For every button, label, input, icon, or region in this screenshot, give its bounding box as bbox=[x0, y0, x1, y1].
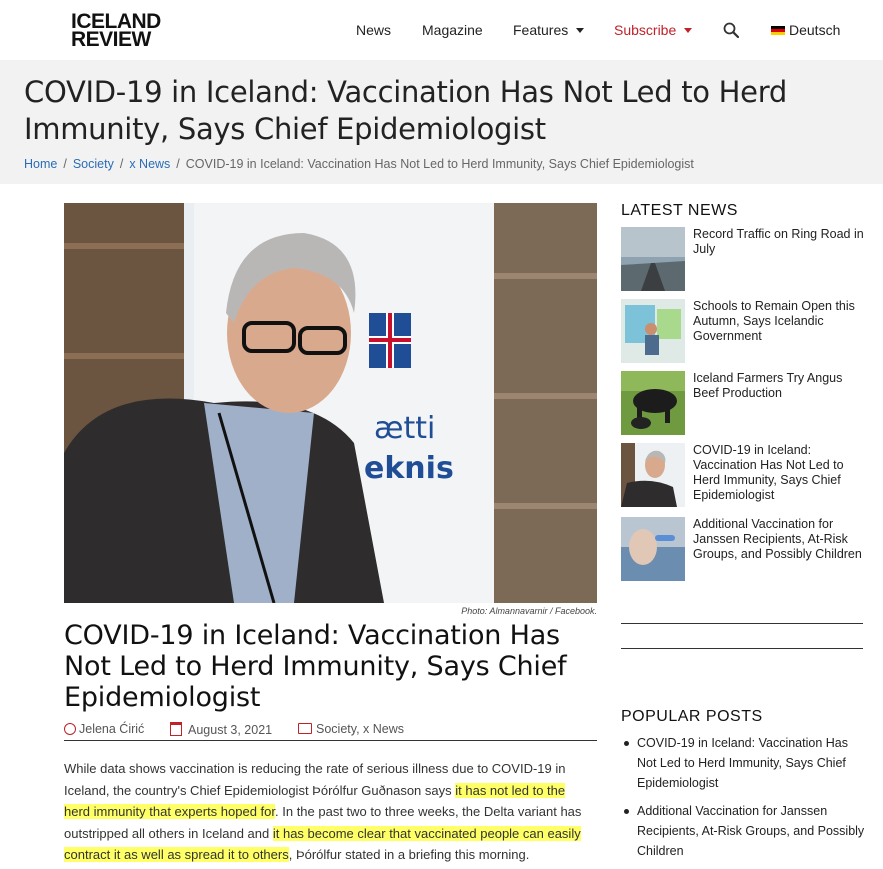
nav-features-label: Features bbox=[513, 22, 569, 38]
breadcrumb-separator: / bbox=[119, 157, 124, 171]
page-title-band: COVID-19 in Iceland: Vaccination Has Not… bbox=[0, 60, 883, 184]
news-thumbnail bbox=[621, 299, 685, 363]
breadcrumb-society[interactable]: Society bbox=[73, 157, 114, 171]
nav-subscribe-label: Subscribe bbox=[614, 22, 677, 38]
categories[interactable]: Society, x News bbox=[298, 722, 404, 736]
site-header: ICELAND REVIEW News Magazine Features Su… bbox=[0, 0, 883, 60]
popular-post-item[interactable]: Additional Vaccination for Janssen Recip… bbox=[621, 801, 866, 861]
breadcrumb-separator: / bbox=[63, 157, 67, 171]
categories-text: Society, x News bbox=[316, 722, 404, 736]
latest-news-item[interactable]: Record Traffic on Ring Road in July bbox=[621, 227, 866, 291]
article-paragraph: While data shows vaccination is reducing… bbox=[64, 758, 594, 866]
search-icon[interactable] bbox=[723, 22, 739, 38]
sidebar-divider bbox=[621, 648, 863, 649]
latest-news-heading: LATEST NEWS bbox=[621, 202, 738, 219]
breadcrumb-home[interactable]: Home bbox=[24, 157, 57, 171]
article-title: COVID-19 in Iceland: Vaccination Has Not… bbox=[64, 620, 567, 713]
news-thumbnail bbox=[621, 371, 685, 435]
nav-magazine[interactable]: Magazine bbox=[422, 22, 483, 38]
date-text: August 3, 2021 bbox=[188, 723, 273, 737]
sidebar-divider bbox=[621, 623, 863, 624]
news-title: Additional Vaccination for Janssen Recip… bbox=[693, 517, 862, 561]
nav-features[interactable]: Features bbox=[513, 22, 585, 38]
calendar-icon bbox=[170, 722, 182, 736]
latest-news-item[interactable]: Iceland Farmers Try Angus Beef Productio… bbox=[621, 371, 866, 435]
photo-credit: Photo: Almannavarnir / Facebook. bbox=[461, 606, 597, 616]
chevron-down-icon bbox=[576, 28, 585, 33]
paragraph-text: , Þórólfur stated in a briefing this mor… bbox=[288, 847, 530, 862]
svg-text:eknis: eknis bbox=[364, 451, 454, 486]
news-title: COVID-19 in Iceland: Vaccination Has Not… bbox=[693, 443, 844, 502]
news-title: Iceland Farmers Try Angus Beef Productio… bbox=[693, 371, 843, 400]
chevron-down-icon bbox=[684, 28, 693, 33]
nav-subscribe[interactable]: Subscribe bbox=[614, 22, 693, 38]
publish-date: August 3, 2021 bbox=[170, 722, 272, 737]
german-flag-icon bbox=[771, 26, 785, 35]
page-title: COVID-19 in Iceland: Vaccination Has Not… bbox=[24, 75, 787, 146]
news-thumbnail bbox=[621, 443, 685, 507]
breadcrumb-current: COVID-19 in Iceland: Vaccination Has Not… bbox=[185, 157, 694, 171]
latest-news-item[interactable]: Schools to Remain Open this Autumn, Says… bbox=[621, 299, 866, 363]
popular-posts-heading: POPULAR POSTS bbox=[621, 708, 763, 725]
nav-news[interactable]: News bbox=[356, 22, 391, 38]
author[interactable]: Jelena Ćirić bbox=[64, 722, 144, 736]
latest-news-item[interactable]: COVID-19 in Iceland: Vaccination Has Not… bbox=[621, 443, 866, 507]
breadcrumb-news[interactable]: x News bbox=[129, 157, 170, 171]
news-title: Schools to Remain Open this Autumn, Says… bbox=[693, 299, 855, 343]
language-label: Deutsch bbox=[789, 22, 841, 38]
breadcrumb: Home / Society / x News / COVID-19 in Iceland:… bbox=[24, 157, 694, 171]
user-icon bbox=[64, 723, 76, 735]
hero-image: ætti eknis bbox=[64, 203, 597, 603]
hero-photo-illustration: ætti eknis bbox=[64, 203, 597, 603]
news-thumbnail bbox=[621, 517, 685, 581]
site-logo[interactable]: ICELAND REVIEW bbox=[71, 11, 161, 51]
article-meta: Jelena Ćirić August 3, 2021 Society, x N… bbox=[64, 722, 597, 741]
latest-news-item[interactable]: Additional Vaccination for Janssen Recip… bbox=[621, 517, 866, 581]
logo-line-2: REVIEW bbox=[71, 28, 151, 51]
folder-icon bbox=[298, 723, 312, 734]
news-thumbnail bbox=[621, 227, 685, 291]
breadcrumb-separator: / bbox=[176, 157, 180, 171]
svg-text:ætti: ætti bbox=[374, 411, 435, 446]
language-switcher[interactable]: Deutsch bbox=[771, 22, 840, 38]
popular-posts-list: COVID-19 in Iceland: Vaccination Has Not… bbox=[621, 733, 866, 869]
author-name: Jelena Ćirić bbox=[79, 722, 145, 736]
popular-post-item[interactable]: COVID-19 in Iceland: Vaccination Has Not… bbox=[621, 733, 866, 793]
news-title: Record Traffic on Ring Road in July bbox=[693, 227, 864, 256]
